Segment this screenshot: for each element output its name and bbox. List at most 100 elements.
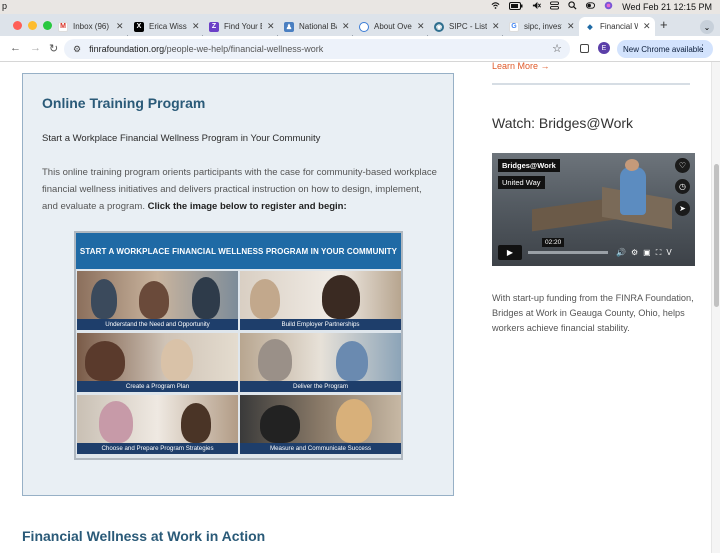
menubar-status-area: Wed Feb 21 12:15 PM <box>491 1 712 12</box>
watch-title: Watch: Bridges@Work <box>492 115 634 131</box>
video-time: 02:20 <box>542 238 565 247</box>
section-heading-in-action: Financial Wellness at Work in Action <box>22 528 266 544</box>
url-text[interactable]: finrafoundation.org/people-we-help/finan… <box>89 44 323 54</box>
url-path: /people-we-help/financial-wellness-work <box>164 44 324 54</box>
apple-menu[interactable]: p <box>2 1 7 11</box>
tab-sipc-list[interactable]: ◉ SIPC - List ✕ <box>428 17 500 36</box>
card-title: Online Training Program <box>42 95 206 111</box>
video-channel-tag[interactable]: United Way <box>498 176 545 189</box>
control-center-icon[interactable] <box>550 1 560 12</box>
new-tab-plus-icon[interactable]: + <box>660 17 668 32</box>
close-tab-icon[interactable]: ✕ <box>192 21 200 32</box>
battery-icon[interactable] <box>509 1 523 12</box>
people-photo-scene <box>240 271 401 319</box>
online-training-card: Online Training Program Start a Workplac… <box>22 73 454 496</box>
tab-search-chevron-icon[interactable]: ⌄ <box>700 20 714 34</box>
card-subtitle: Start a Workplace Financial Wellness Pro… <box>42 133 321 144</box>
close-tab-icon[interactable]: ✕ <box>492 21 500 32</box>
tab-erica[interactable]: X Erica Wissin ✕ <box>128 17 200 36</box>
pip-icon[interactable]: ▣ <box>643 248 651 258</box>
fullscreen-icon[interactable]: ⛶ <box>656 248 662 258</box>
gmail-icon: M <box>58 21 68 32</box>
video-scene-worker <box>620 167 646 215</box>
tab-financial-wellness[interactable]: ◆ Financial W ✕ <box>579 17 655 36</box>
close-tab-icon[interactable]: ✕ <box>567 21 575 32</box>
image-cell-build: Build Employer Partnerships <box>240 271 401 330</box>
update-chrome-button[interactable]: New Chrome available ⋮ <box>617 40 713 58</box>
browser-tab-strip: M Inbox (96) ✕ X Erica Wissin ✕ Z Find Y… <box>0 14 720 46</box>
people-photo-scene <box>240 395 401 443</box>
settings-gear-icon[interactable]: ⚙ <box>631 248 638 258</box>
image-cell-deliver: Deliver the Program <box>240 333 401 392</box>
profile-avatar[interactable]: E <box>598 42 610 54</box>
siri-icon[interactable] <box>604 1 613 12</box>
tab-title: About Over <box>374 22 412 31</box>
sipc-icon: ◉ <box>434 21 444 32</box>
url-domain: finrafoundation.org <box>89 44 165 54</box>
tab-title: Inbox (96) <box>73 22 110 31</box>
learn-more-link[interactable]: Learn More → <box>492 62 550 71</box>
video-player[interactable]: Bridges@Work United Way ♡ ◷ ➤ ▶ 02:20 🔊 … <box>492 153 695 266</box>
close-tab-icon[interactable]: ✕ <box>267 21 275 32</box>
mute-icon[interactable] <box>532 1 542 12</box>
side-panel-icon[interactable] <box>580 44 589 53</box>
tab-title: SIPC - List <box>449 22 487 31</box>
tab-title: Erica Wissin <box>149 22 187 31</box>
training-program-image-link[interactable]: START A WORKPLACE FINANCIAL WELLNESS PRO… <box>74 231 403 460</box>
finra-icon: ◆ <box>585 21 595 32</box>
close-tab-icon[interactable]: ✕ <box>116 21 124 32</box>
spotlight-search-icon[interactable] <box>568 1 577 12</box>
people-photo-scene <box>77 333 238 381</box>
vimeo-logo-icon[interactable]: V <box>666 248 671 258</box>
close-tab-icon[interactable]: ✕ <box>342 21 350 32</box>
video-caption: With start-up funding from the FINRA Fou… <box>492 293 694 333</box>
back-arrow-icon[interactable]: ← <box>10 42 21 54</box>
site-settings-icon[interactable]: ⚙ <box>73 44 81 55</box>
forward-arrow-icon[interactable]: → <box>30 42 41 54</box>
video-progress-bar[interactable]: 02:20 <box>528 238 608 254</box>
close-tab-icon[interactable]: ✕ <box>643 21 651 32</box>
like-heart-icon[interactable]: ♡ <box>675 158 690 173</box>
image-cell-understand: Understand the Need and Opportunity <box>77 271 238 330</box>
bookmark-star-icon[interactable]: ☆ <box>552 42 562 55</box>
tab-title: Financial W <box>600 22 638 31</box>
people-photo-scene <box>77 271 238 319</box>
menubar-toggle-icon[interactable] <box>586 1 596 12</box>
card-call-to-action: Click the image below to register and be… <box>147 201 347 212</box>
image-cell-create: Create a Program Plan <box>77 333 238 392</box>
tab-national[interactable]: ♟ National Ba ✕ <box>278 17 350 36</box>
window-controls <box>13 21 52 30</box>
video-title-tag[interactable]: Bridges@Work <box>498 159 560 172</box>
address-bar[interactable]: ⚙ finrafoundation.org/people-we-help/fin… <box>64 39 570 59</box>
update-label: New Chrome available <box>623 44 704 54</box>
play-icon[interactable]: ▶ <box>498 245 522 260</box>
reload-icon[interactable]: ↻ <box>49 42 58 55</box>
people-photo-scene <box>77 395 238 443</box>
video-scene-worker-head <box>625 159 639 171</box>
volume-icon[interactable]: 🔊 <box>616 248 626 258</box>
video-controls: ▶ 02:20 🔊 ⚙ ▣ ⛶ V <box>498 238 690 260</box>
person-icon: ♟ <box>284 21 294 32</box>
image-cell-label: Build Employer Partnerships <box>240 319 401 330</box>
tab-inbox[interactable]: M Inbox (96) ✕ <box>52 17 124 36</box>
image-cell-label: Choose and Prepare Program Strategies <box>77 443 238 454</box>
zoom-window-button[interactable] <box>43 21 52 30</box>
people-photo-scene <box>240 333 401 381</box>
close-window-button[interactable] <box>13 21 22 30</box>
tab-find-your[interactable]: Z Find Your B ✕ <box>203 17 275 36</box>
more-menu-icon[interactable]: ⋮ <box>698 43 707 54</box>
close-tab-icon[interactable]: ✕ <box>417 21 425 32</box>
menubar-clock[interactable]: Wed Feb 21 12:15 PM <box>622 2 712 12</box>
tab-google-search[interactable]: G sipc, invest ✕ <box>503 17 575 36</box>
image-cell-measure: Measure and Communicate Success <box>240 395 401 454</box>
image-cell-label: Understand the Need and Opportunity <box>77 319 238 330</box>
tab-title: National Ba <box>299 22 337 31</box>
wifi-icon[interactable] <box>491 1 500 12</box>
share-icon[interactable]: ➤ <box>675 201 690 216</box>
scrollbar-thumb[interactable] <box>714 164 719 307</box>
tab-about[interactable]: About Over ✕ <box>353 17 425 36</box>
page-scrollbar[interactable] <box>711 62 720 553</box>
tab-title: Find Your B <box>224 22 262 31</box>
watch-later-clock-icon[interactable]: ◷ <box>675 179 690 194</box>
minimize-window-button[interactable] <box>28 21 37 30</box>
